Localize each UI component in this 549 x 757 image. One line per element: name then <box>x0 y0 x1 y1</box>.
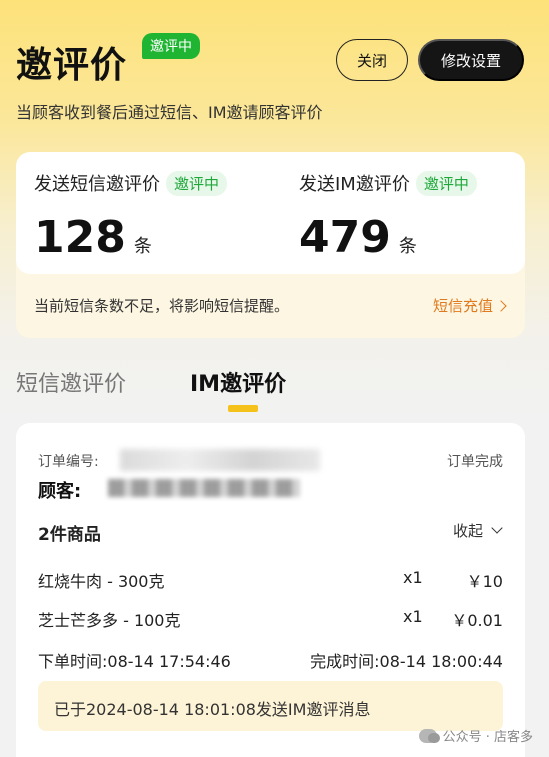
order-time: 下单时间:08-14 17:54:46 <box>38 652 231 671</box>
sms-count-value: 128 <box>34 212 126 263</box>
header: 邀评价 邀评中 关闭 修改设置 当顾客收到餐后通过短信、IM邀请顾客评价 <box>0 0 549 150</box>
order-card: 订单编号: 订单完成 顾客: 2件商品 收起 红烧牛肉 - 300克 x1 ￥1… <box>16 423 525 757</box>
redacted-customer-name <box>108 479 300 497</box>
watermark: 公众号 · 店客多 <box>418 726 533 745</box>
sms-stat: 发送短信邀评价 邀评中 128 条 <box>34 170 228 263</box>
edit-settings-button[interactable]: 修改设置 <box>418 39 524 81</box>
item-name: 芝士芒多多 - 100克 <box>38 611 181 630</box>
im-stat-label: 发送IM邀评价 <box>299 174 410 195</box>
item-price: ￥10 <box>466 572 503 591</box>
watermark-text: 公众号 · 店客多 <box>442 730 533 745</box>
order-status: 订单完成 <box>447 454 503 470</box>
im-count: 479 条 <box>299 212 417 263</box>
im-status-badge: 邀评中 <box>415 170 477 196</box>
page-title: 邀评价 <box>16 45 128 86</box>
sms-recharge-label: 短信充值 <box>432 297 493 315</box>
page-subtitle: 当顾客收到餐后通过短信、IM邀请顾客评价 <box>16 103 323 122</box>
status-badge: 邀评中 <box>142 33 200 59</box>
im-stat: 发送IM邀评价 邀评中 479 条 <box>299 170 477 263</box>
sms-count-unit: 条 <box>133 236 152 257</box>
complete-time: 完成时间:08-14 18:00:44 <box>310 652 503 671</box>
item-quantity: x1 <box>403 568 423 587</box>
customer-label: 顾客: <box>38 481 82 502</box>
items-count-title: 2件商品 <box>38 525 101 545</box>
sms-recharge-link[interactable]: 短信充值 <box>432 295 507 316</box>
im-count-unit: 条 <box>398 236 417 257</box>
sms-status-badge: 邀评中 <box>166 170 228 196</box>
item-quantity: x1 <box>403 607 423 626</box>
close-button[interactable]: 关闭 <box>336 39 408 81</box>
collapse-toggle[interactable]: 收起 <box>452 520 503 541</box>
item-price: ￥0.01 <box>451 611 503 630</box>
tab-im-review[interactable]: IM邀评价 <box>190 366 286 398</box>
im-sent-notice: 已于2024-08-14 18:01:08发送IM邀评消息 <box>38 681 503 731</box>
tab-sms-review[interactable]: 短信邀评价 <box>16 366 126 398</box>
sms-stat-label: 发送短信邀评价 <box>34 174 160 195</box>
chevron-right-icon <box>495 299 507 312</box>
chevron-down-icon <box>491 522 503 534</box>
sms-notice: 当前短信条数不足，将影响短信提醒。 <box>34 297 290 315</box>
active-tab-indicator <box>228 405 258 412</box>
collapse-label: 收起 <box>452 522 483 540</box>
redacted-order-number <box>120 449 320 471</box>
stats-card: 发送短信邀评价 邀评中 128 条 发送IM邀评价 邀评中 479 条 当前短信条数不足… <box>16 152 525 338</box>
sms-count: 128 条 <box>34 212 152 263</box>
stats-panel: 发送短信邀评价 邀评中 128 条 发送IM邀评价 邀评中 479 条 <box>16 152 525 274</box>
item-name: 红烧牛肉 - 300克 <box>38 572 165 591</box>
im-count-value: 479 <box>299 212 391 263</box>
order-number-label: 订单编号: <box>38 454 99 470</box>
wechat-icon <box>418 728 440 743</box>
